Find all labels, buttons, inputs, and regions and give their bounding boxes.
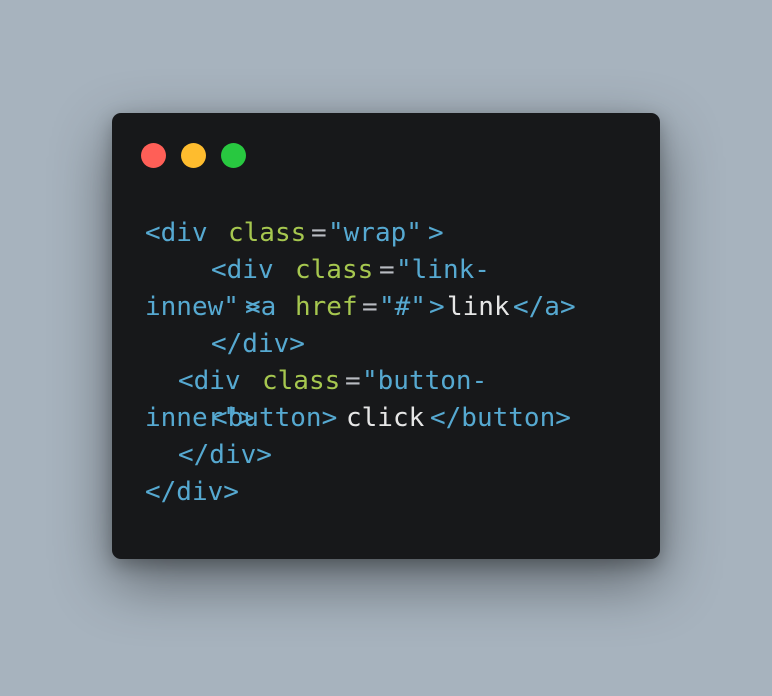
tag-open: <div	[211, 255, 290, 285]
attribute-name: class	[262, 366, 341, 396]
attribute-name: class	[228, 218, 307, 248]
tag-open: <div	[178, 366, 257, 396]
code-line-5: <div class = "button-	[145, 363, 487, 400]
equals-sign: =	[379, 255, 395, 285]
code-line-2: <div class = "link-	[145, 252, 490, 289]
attribute-value: "wrap"	[328, 218, 422, 248]
maximize-dot-icon[interactable]	[221, 143, 246, 168]
button-tag-open: <button>	[212, 403, 338, 433]
minimize-dot-icon[interactable]	[181, 143, 206, 168]
code-line-6: inner"> <button> click </button>	[145, 400, 571, 437]
attribute-name: href	[295, 292, 358, 322]
div-tag-end: </div>	[145, 477, 239, 507]
code-block: <div class = "wrap" > <div class = "link…	[145, 215, 576, 511]
button-text: click	[346, 403, 425, 433]
equals-sign: =	[345, 366, 361, 396]
close-dot-icon[interactable]	[141, 143, 166, 168]
tag-open: <div	[145, 218, 224, 248]
attribute-value: "button-	[362, 366, 488, 396]
tag-close: >	[428, 218, 444, 248]
button-tag-end: </button>	[430, 403, 571, 433]
code-line-4: </div>	[145, 326, 305, 363]
equals-sign: =	[311, 218, 327, 248]
equals-sign: =	[362, 292, 378, 322]
attribute-value: "#"	[379, 292, 426, 322]
anchor-tag-end: </a>	[513, 292, 576, 322]
code-line-3: innew" > <a href = "#" > link </a>	[145, 289, 576, 326]
attribute-name: class	[295, 255, 374, 285]
attribute-value: "link-	[396, 255, 490, 285]
code-line-1: <div class = "wrap" >	[145, 215, 444, 252]
anchor-tag-open: <a	[245, 292, 292, 322]
div-tag-end: </div>	[211, 329, 305, 359]
link-text: link	[447, 292, 510, 322]
code-window: <div class = "wrap" > <div class = "link…	[112, 113, 660, 559]
tag-close: >	[429, 292, 445, 322]
attribute-value-continued: innew"	[145, 292, 239, 322]
code-line-7: </div>	[145, 437, 272, 474]
div-tag-end: </div>	[178, 440, 272, 470]
code-line-8: </div>	[145, 474, 239, 511]
